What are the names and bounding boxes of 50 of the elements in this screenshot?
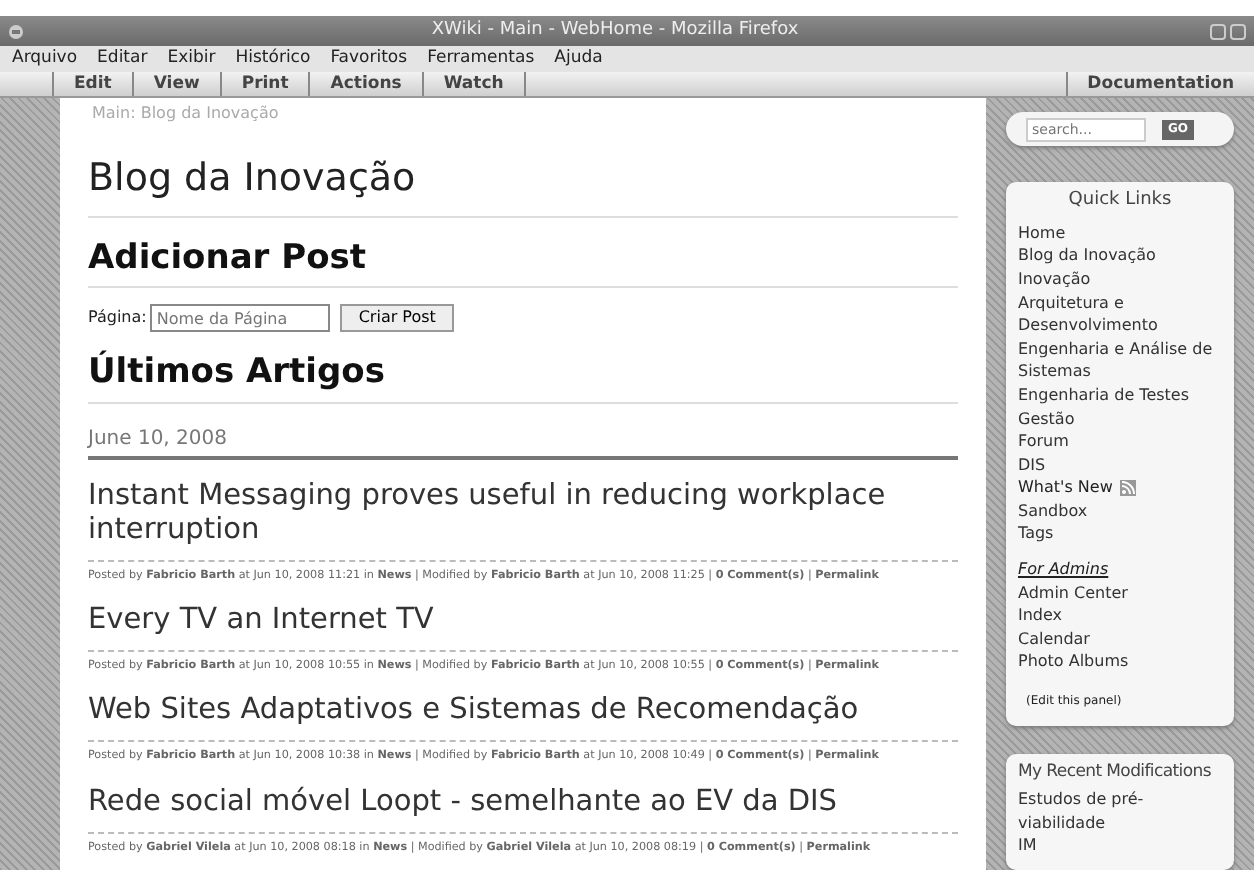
sidebar-link[interactable]: Photo Albums: [1018, 650, 1222, 675]
maximize-icon[interactable]: [1230, 23, 1246, 39]
minimize-icon[interactable]: [1210, 23, 1226, 39]
panel-title: Quick Links: [1066, 190, 1174, 214]
breadcrumb: Main: Blog da Inovação: [92, 102, 281, 126]
section-heading: Adicionar Post: [88, 233, 958, 288]
panel-title: My Recent Modifications: [1018, 761, 1213, 785]
sidebar-link[interactable]: Forum: [1018, 430, 1222, 454]
sidebar-link[interactable]: Calendar: [1018, 627, 1222, 651]
rss-icon[interactable]: [1120, 480, 1137, 497]
sidebar-link[interactable]: Engenharia de Testes: [1018, 383, 1222, 407]
sidebar-link[interactable]: Estudos de pré-viabilidade: [1018, 788, 1222, 835]
date-heading: June 10, 2008: [88, 423, 958, 459]
toolbar-button[interactable]: View: [131, 72, 220, 96]
sidebar-link[interactable]: Engenharia e Análise de Sistemas: [1018, 337, 1222, 384]
window-title: XWiki - Main - WebHome - Mozilla Firefox: [429, 17, 801, 44]
field-label: Página:: [88, 306, 147, 330]
sidebar-link[interactable]: Tags: [1018, 522, 1222, 547]
sidebar-link[interactable]: Inovação: [1018, 267, 1222, 292]
post-title[interactable]: Every TV an Internet TV: [88, 603, 958, 652]
menu-item[interactable]: Ajuda: [554, 46, 603, 72]
menu-item[interactable]: Histórico: [235, 46, 311, 72]
sidebar-link[interactable]: What's New: [1018, 476, 1113, 500]
toolbar-button[interactable]: Print: [219, 72, 309, 96]
toolbar-button[interactable]: Documentation: [1065, 72, 1254, 96]
menu-item[interactable]: Favoritos: [330, 46, 408, 72]
sidebar-link[interactable]: Admin Center: [1018, 581, 1222, 605]
post-title[interactable]: Web Sites Adaptativos e Sistemas de Recomendação: [88, 694, 958, 743]
sidebar-link[interactable]: Sandbox: [1018, 499, 1222, 523]
menu-item[interactable]: Editar: [97, 46, 148, 72]
sidebar-link[interactable]: IM: [1018, 834, 1222, 858]
page-name-field[interactable]: Nome da Página: [150, 304, 331, 332]
sidebar-link[interactable]: Gestão: [1018, 407, 1222, 431]
sidebar-link[interactable]: Blog da Inovação: [1018, 244, 1222, 268]
page-title: Blog da Inovação: [88, 150, 958, 217]
sidebar-link[interactable]: Arquitetura e Desenvolvimento: [1018, 291, 1222, 338]
section-heading: Últimos Artigos: [88, 348, 958, 403]
sidebar-link[interactable]: DIS: [1018, 453, 1222, 477]
toolbar-button[interactable]: Actions: [308, 72, 422, 96]
sidebar-link[interactable]: Home: [1018, 221, 1222, 245]
post-title[interactable]: Instant Messaging proves useful in reducing workplace interruption: [88, 479, 958, 561]
menu-item[interactable]: Exibir: [167, 46, 216, 72]
menu-item[interactable]: Ferramentas: [427, 46, 535, 72]
post-title[interactable]: Rede social móvel Loopt - semelhante ao EV da DIS: [88, 785, 958, 834]
menu-item[interactable]: Arquivo: [12, 46, 78, 72]
admin-heading: For Admins: [1018, 558, 1109, 582]
create-post-button[interactable]: Criar Post: [340, 304, 454, 332]
toolbar-button[interactable]: Edit: [52, 72, 132, 96]
sidebar-link[interactable]: Index: [1018, 604, 1222, 628]
toolbar-button[interactable]: Watch: [421, 72, 524, 96]
